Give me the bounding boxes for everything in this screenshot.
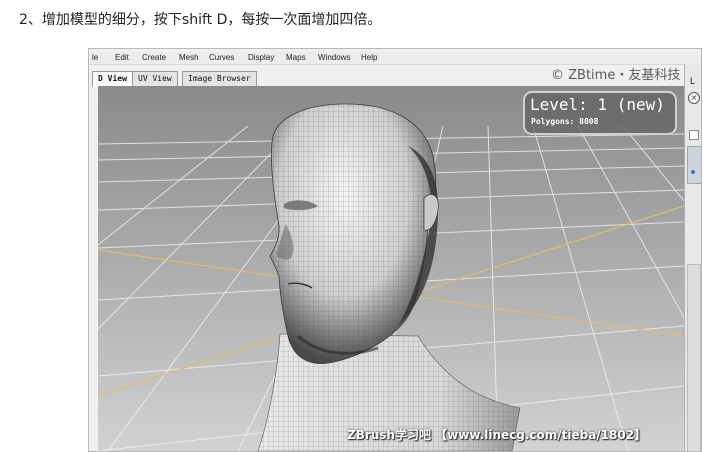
menu-item-display[interactable]: Display bbox=[248, 52, 274, 64]
side-panel-label: L bbox=[690, 76, 696, 86]
menu-item-create[interactable]: Create bbox=[142, 52, 166, 64]
watermark-top: © ZBtime・友基科技 bbox=[551, 68, 681, 83]
menu-item-maps[interactable]: Maps bbox=[286, 52, 306, 64]
tab-uv-view[interactable]: UV View bbox=[132, 71, 178, 87]
menu-item-edit[interactable]: Edit bbox=[115, 52, 129, 64]
viewport-scene bbox=[98, 86, 684, 451]
menu-item-file[interactable]: le bbox=[92, 52, 98, 64]
level-readout: Level: 1 (new) bbox=[530, 95, 665, 114]
watermark-bottom: ZBrush学习吧 【www.linecg.com/tieba/1802】 bbox=[347, 428, 647, 442]
tab-3d-view[interactable]: D View bbox=[92, 71, 133, 87]
zbrush-screenshot: le Edit Create Mesh Curves Display Maps … bbox=[88, 48, 702, 452]
side-panel-scrollbar[interactable] bbox=[687, 264, 701, 451]
instruction-caption: 2、增加模型的细分，按下shift D，每按一次面增加四倍。 bbox=[19, 12, 382, 28]
polygon-count: Polygons: 8008 bbox=[531, 117, 599, 126]
close-icon[interactable]: × bbox=[688, 92, 700, 104]
side-panel-strip bbox=[687, 146, 701, 184]
subdivision-level-hud: Level: 1 (new) Polygons: 8008 bbox=[523, 91, 677, 135]
menu-item-help[interactable]: Help bbox=[361, 52, 377, 64]
side-panel-indicator bbox=[691, 170, 695, 174]
side-panel: L × bbox=[684, 64, 701, 451]
tab-image-browser[interactable]: Image Browser bbox=[182, 71, 257, 87]
3d-viewport[interactable]: Level: 1 (new) Polygons: 8008 bbox=[98, 86, 684, 451]
checkbox-icon[interactable] bbox=[689, 130, 699, 140]
menu-item-curves[interactable]: Curves bbox=[209, 52, 234, 64]
menu-item-mesh[interactable]: Mesh bbox=[179, 52, 199, 64]
menu-item-windows[interactable]: Windows bbox=[318, 52, 350, 64]
